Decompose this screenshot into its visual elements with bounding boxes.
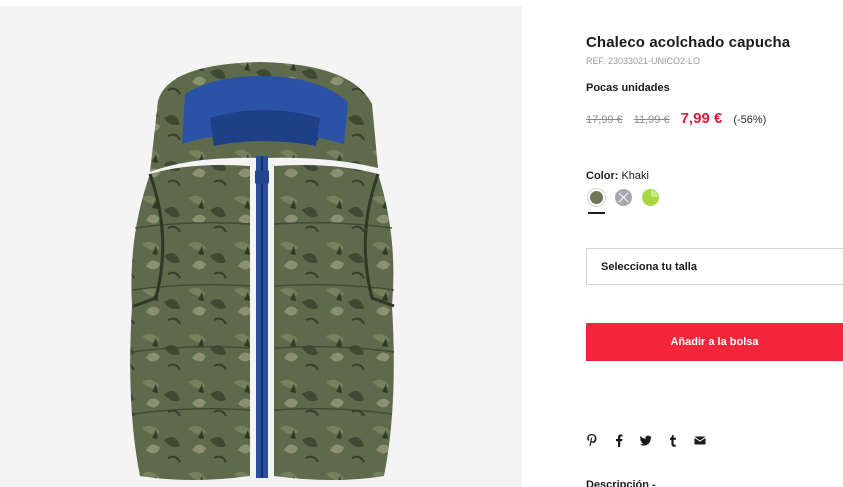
- color-swatches: [588, 189, 659, 206]
- vest-illustration: [130, 62, 395, 480]
- stock-note: Pocas unidades: [586, 82, 670, 94]
- selected-swatch-indicator: [588, 212, 605, 214]
- product-ref: REF. 23033021-UNICO2-LO: [586, 56, 701, 66]
- size-select-placeholder: Selecciona tu talla: [601, 260, 697, 273]
- discount-badge: (-56%): [733, 114, 767, 126]
- share-icons: [586, 433, 706, 447]
- email-icon[interactable]: [694, 433, 706, 447]
- swatch-grey-unavailable[interactable]: [615, 189, 632, 206]
- facebook-icon[interactable]: [613, 433, 625, 447]
- selected-color-name: Khaki: [621, 170, 649, 182]
- add-to-bag-button[interactable]: Añadir a la bolsa: [586, 323, 843, 361]
- price-row: 17,99 € 11,99 € 7,99 € (-56%): [586, 110, 766, 127]
- product-image[interactable]: [0, 6, 522, 487]
- original-price: 17,99 €: [586, 114, 623, 126]
- swatch-khaki[interactable]: [588, 189, 605, 206]
- product-info-panel: Chaleco acolchado capucha REF. 23033021-…: [586, 0, 843, 487]
- color-label-row: Color: Khaki: [586, 170, 649, 182]
- pinterest-icon[interactable]: [586, 433, 598, 447]
- product-title: Chaleco acolchado capucha: [586, 34, 791, 51]
- tumblr-icon[interactable]: [667, 433, 679, 447]
- size-select[interactable]: Selecciona tu talla: [586, 248, 843, 285]
- twitter-icon[interactable]: [640, 433, 652, 447]
- current-price: 7,99 €: [680, 110, 723, 127]
- swatch-lime[interactable]: [642, 189, 659, 206]
- color-label: Color:: [586, 170, 619, 182]
- description-toggle[interactable]: Descripción -: [586, 479, 656, 487]
- previous-price: 11,99 €: [633, 114, 670, 126]
